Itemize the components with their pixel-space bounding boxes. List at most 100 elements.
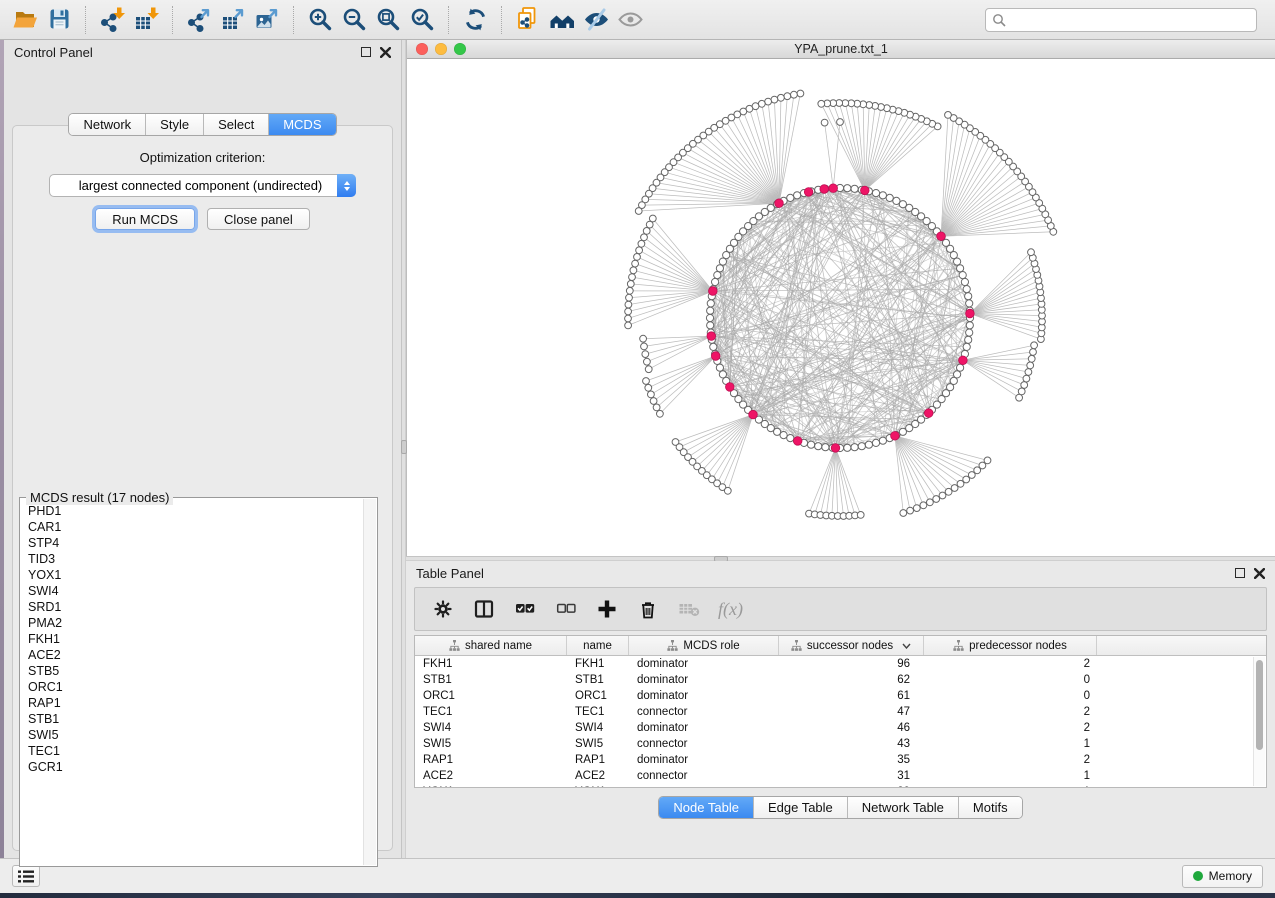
- column-type-icon: [667, 640, 678, 651]
- deselect-all-icon[interactable]: [554, 597, 578, 621]
- mcds-result-item[interactable]: GCR1: [21, 759, 363, 775]
- export-network-icon[interactable]: [182, 4, 216, 36]
- tab-node-table[interactable]: Node Table: [659, 797, 754, 818]
- mcds-result-item[interactable]: SRD1: [21, 599, 363, 615]
- search-box[interactable]: [985, 8, 1257, 32]
- tab-network[interactable]: Network: [69, 114, 146, 135]
- close-panel-button[interactable]: Close panel: [207, 208, 310, 230]
- function-builder-icon: f(x): [718, 599, 743, 620]
- import-network-icon[interactable]: [95, 4, 129, 36]
- close-panel-icon[interactable]: [380, 47, 391, 58]
- column-header-MCDS-role[interactable]: MCDS role: [629, 636, 779, 655]
- table-row[interactable]: FKH1FKH1dominator962: [415, 656, 1266, 672]
- cell-predecessor-nodes: 2: [924, 752, 1097, 768]
- cell-successor-nodes: 61: [779, 688, 924, 704]
- table-toolbar: f(x): [414, 587, 1267, 631]
- delete-table-icon: [677, 597, 701, 621]
- cell-name: ORC1: [567, 688, 629, 704]
- save-session-icon[interactable]: [42, 4, 76, 36]
- criterion-value: largest connected component (undirected): [50, 178, 337, 193]
- export-table-icon[interactable]: [216, 4, 250, 36]
- cell-predecessor-nodes: 2: [924, 720, 1097, 736]
- mcds-result-item[interactable]: SWI5: [21, 727, 363, 743]
- run-mcds-button[interactable]: Run MCDS: [95, 208, 195, 230]
- mcds-result-item[interactable]: SWI4: [21, 583, 363, 599]
- refresh-icon[interactable]: [458, 4, 492, 36]
- mcds-result-item[interactable]: TEC1: [21, 743, 363, 759]
- mcds-result-list[interactable]: PHD1CAR1STP4TID3YOX1SWI4SRD1PMA2FKH1ACE2…: [21, 503, 363, 865]
- search-input[interactable]: [1011, 10, 1250, 30]
- mcds-result-scrollbar[interactable]: [363, 499, 376, 865]
- criterion-dropdown[interactable]: largest connected component (undirected): [49, 174, 356, 197]
- network-canvas[interactable]: [407, 59, 1275, 556]
- mcds-result-item[interactable]: RAP1: [21, 695, 363, 711]
- panel-selector-button[interactable]: [12, 865, 40, 887]
- delete-icon[interactable]: [636, 597, 660, 621]
- table-row[interactable]: RAP1RAP1dominator352: [415, 752, 1266, 768]
- cell-shared-name: YOX1: [415, 784, 567, 788]
- network-view-window: YPA_prune.txt_1: [406, 40, 1275, 556]
- zoom-out-icon[interactable]: [337, 4, 371, 36]
- zoom-selected-icon[interactable]: [405, 4, 439, 36]
- mcds-result-item[interactable]: STB5: [21, 663, 363, 679]
- import-table-icon[interactable]: [129, 4, 163, 36]
- open-file-icon[interactable]: [8, 4, 42, 36]
- table-row[interactable]: ORC1ORC1dominator610: [415, 688, 1266, 704]
- column-header-shared-name[interactable]: shared name: [415, 636, 567, 655]
- table-row[interactable]: STB1STB1dominator620: [415, 672, 1266, 688]
- column-label: predecessor nodes: [969, 640, 1067, 652]
- mcds-result-item[interactable]: CAR1: [21, 519, 363, 535]
- mcds-result-item[interactable]: PMA2: [21, 615, 363, 631]
- tab-network-table[interactable]: Network Table: [848, 797, 959, 818]
- hide-selected-icon[interactable]: [579, 4, 613, 36]
- table-float-panel-icon[interactable]: [1235, 568, 1245, 578]
- zoom-fit-icon[interactable]: [371, 4, 405, 36]
- add-icon[interactable]: [595, 597, 619, 621]
- column-header-name[interactable]: name: [567, 636, 629, 655]
- control-panel-tabs: NetworkStyleSelectMCDS: [69, 114, 335, 135]
- cell-predecessor-nodes: 1: [924, 736, 1097, 752]
- tab-style[interactable]: Style: [146, 114, 204, 135]
- tab-mcds[interactable]: MCDS: [269, 114, 335, 135]
- main-toolbar: [0, 0, 1275, 40]
- mcds-result-item[interactable]: STP4: [21, 535, 363, 551]
- new-network-from-selection-icon[interactable]: [511, 4, 545, 36]
- cell-name: FKH1: [567, 656, 629, 672]
- mcds-result-item[interactable]: TID3: [21, 551, 363, 567]
- network-window-titlebar[interactable]: YPA_prune.txt_1: [407, 40, 1275, 59]
- table-row[interactable]: TEC1TEC1connector472: [415, 704, 1266, 720]
- first-neighbors-icon[interactable]: [545, 4, 579, 36]
- table-panel: Table Panel f(x) shared namenameMCDS rol…: [406, 561, 1275, 858]
- column-header-predecessor-nodes[interactable]: predecessor nodes: [924, 636, 1097, 655]
- table-row[interactable]: SWI4SWI4dominator462: [415, 720, 1266, 736]
- table-close-panel-icon[interactable]: [1254, 568, 1265, 579]
- mcds-result-item[interactable]: STB1: [21, 711, 363, 727]
- cell-name: TEC1: [567, 704, 629, 720]
- table-scrollbar[interactable]: [1253, 657, 1265, 786]
- search-icon: [992, 13, 1006, 27]
- select-all-icon[interactable]: [513, 597, 537, 621]
- settings-icon[interactable]: [431, 597, 455, 621]
- table-row[interactable]: SWI5SWI5connector431: [415, 736, 1266, 752]
- cell-name: ACE2: [567, 768, 629, 784]
- export-image-icon[interactable]: [250, 4, 284, 36]
- mcds-result-item[interactable]: PHD1: [21, 503, 363, 519]
- column-header-successor-nodes[interactable]: successor nodes: [779, 636, 924, 655]
- network-graph[interactable]: [407, 59, 1275, 556]
- table-row[interactable]: ACE2ACE2connector311: [415, 768, 1266, 784]
- table-scrollbar-thumb[interactable]: [1256, 660, 1263, 750]
- mcds-result-item[interactable]: YOX1: [21, 567, 363, 583]
- mcds-result-item[interactable]: ORC1: [21, 679, 363, 695]
- show-column-icon[interactable]: [472, 597, 496, 621]
- mcds-result-item[interactable]: ACE2: [21, 647, 363, 663]
- memory-status-icon: [1193, 871, 1203, 881]
- tab-motifs[interactable]: Motifs: [959, 797, 1022, 818]
- table-row[interactable]: YOX1YOX1connector291: [415, 784, 1266, 788]
- mcds-result-item[interactable]: FKH1: [21, 631, 363, 647]
- control-panel: Control Panel NetworkStyleSelectMCDS Opt…: [4, 40, 401, 858]
- memory-button[interactable]: Memory: [1182, 865, 1263, 888]
- zoom-in-icon[interactable]: [303, 4, 337, 36]
- tab-edge-table[interactable]: Edge Table: [754, 797, 848, 818]
- tab-select[interactable]: Select: [204, 114, 269, 135]
- float-panel-icon[interactable]: [361, 47, 371, 57]
